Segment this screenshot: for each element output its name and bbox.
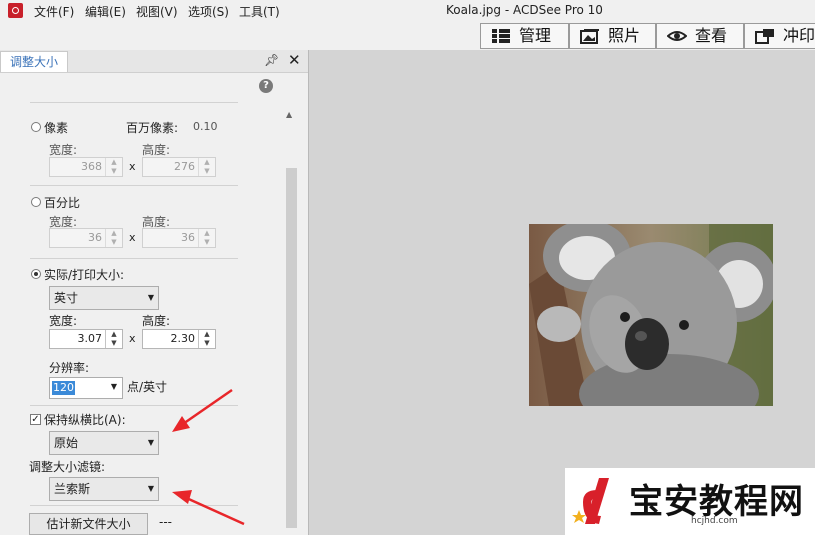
print-height-value: 2.30 (170, 332, 196, 345)
resolution-value[interactable]: 120 (52, 381, 75, 395)
close-icon[interactable]: ✕ (288, 51, 301, 69)
tab-manage[interactable]: 管理 (480, 23, 569, 49)
divider (30, 185, 238, 186)
pixels-width-stepper[interactable]: 368 ▲ ▼ (49, 157, 123, 177)
percent-height-stepper[interactable]: 36 ▲ ▼ (142, 228, 216, 248)
spin-arrows-icon[interactable]: ▲ ▼ (198, 158, 215, 176)
estimate-size-button[interactable]: 估计新文件大小 (29, 513, 148, 535)
spin-arrows-icon[interactable]: ▲ ▼ (105, 330, 122, 348)
mode-bar: 管理 照片 查看 冲印 (0, 22, 815, 50)
print-height-stepper[interactable]: 2.30 ▲ ▼ (142, 329, 216, 349)
pixels-height-stepper[interactable]: 276 ▲ ▼ (142, 157, 216, 177)
watermark: 宝安教程网 hcjhd.com (565, 468, 815, 535)
grid-icon (492, 29, 510, 43)
megapixels-label: 百万像素: (126, 121, 179, 135)
spin-arrows-icon[interactable]: ▲ ▼ (105, 229, 122, 247)
scroll-up-icon[interactable]: ▲ (286, 110, 292, 119)
pixels-height-label: 高度: (142, 143, 171, 157)
pixels-label: 像素 (44, 121, 69, 135)
divider (30, 258, 238, 259)
unit-value: 英寸 (54, 291, 79, 305)
panel-tab-bar: 调整大小 📌︎ ✕ (0, 50, 308, 73)
watermark-url: hcjhd.com (691, 516, 738, 526)
times-sign: x (129, 231, 136, 244)
resolution-unit: 点/英寸 (127, 380, 168, 394)
spin-arrows-icon[interactable]: ▲ ▼ (198, 229, 215, 247)
pixels-radio[interactable] (31, 122, 41, 132)
ratio-value: 原始 (54, 436, 79, 450)
menu-view[interactable]: 视图(V) (136, 3, 178, 20)
estimate-result: --- (159, 515, 172, 529)
title-bar: 文件(F) 编辑(E) 视图(V) 选项(S) 工具(T) Koala.jpg … (0, 0, 815, 23)
pixels-width-value: 368 (81, 160, 102, 173)
chevron-down-icon: ▼ (147, 484, 154, 493)
develop-icon (755, 29, 774, 44)
filter-value: 兰索斯 (54, 482, 91, 496)
divider (30, 102, 238, 103)
filter-label: 调整大小滤镜: (29, 460, 106, 474)
print-width-value: 3.07 (77, 332, 103, 345)
times-sign: x (129, 160, 136, 173)
watermark-logo-icon (572, 478, 609, 524)
help-icon[interactable]: ? (259, 79, 273, 93)
divider (30, 505, 238, 506)
times-sign: x (129, 332, 136, 345)
unit-dropdown[interactable]: 英寸 ▼ (49, 286, 159, 310)
panel-scrollbar[interactable]: ▲ (285, 108, 298, 535)
print-width-stepper[interactable]: 3.07 ▲ ▼ (49, 329, 123, 349)
spin-arrows-icon[interactable]: ▲ ▼ (105, 158, 122, 176)
resolution-combo[interactable]: 120 ▼ (49, 377, 123, 399)
menu-edit[interactable]: 编辑(E) (85, 3, 126, 20)
tab-view-label: 查看 (695, 26, 728, 45)
divider (30, 405, 238, 406)
filter-dropdown[interactable]: 兰索斯 ▼ (49, 477, 159, 501)
acdsee-app-icon[interactable] (8, 3, 23, 18)
spin-arrows-icon[interactable]: ▲ ▼ (198, 330, 215, 348)
pin-icon[interactable]: 📌︎ (264, 53, 279, 67)
koala-photo (529, 224, 773, 406)
tab-develop-label: 冲印 (783, 26, 815, 45)
print-width-label: 宽度: (49, 314, 78, 328)
tab-manage-label: 管理 (519, 26, 552, 45)
percent-width-stepper[interactable]: 36 ▲ ▼ (49, 228, 123, 248)
tab-photos-label: 照片 (608, 26, 641, 45)
print-size-radio[interactable] (31, 269, 41, 279)
resolution-label: 分辨率: (49, 361, 90, 375)
chevron-down-icon: ▼ (147, 293, 154, 302)
chevron-down-icon: ▼ (147, 438, 154, 447)
tab-resize[interactable]: 调整大小 (0, 51, 68, 72)
percent-label: 百分比 (44, 196, 81, 210)
pixels-width-label: 宽度: (49, 143, 78, 157)
percent-width-value: 36 (88, 231, 102, 244)
pixels-height-value: 276 (174, 160, 195, 173)
photo-stack-icon (580, 29, 599, 44)
tab-view[interactable]: 查看 (656, 23, 744, 49)
percent-radio[interactable] (31, 197, 41, 207)
megapixels-value: 0.10 (193, 120, 218, 133)
window-title: Koala.jpg - ACDSee Pro 10 (446, 3, 603, 17)
menu-tools[interactable]: 工具(T) (239, 3, 280, 20)
tab-develop[interactable]: 冲印 (744, 23, 815, 49)
chevron-down-icon[interactable]: ▼ (111, 382, 117, 391)
print-size-label: 实际/打印大小: (44, 268, 125, 282)
print-height-label: 高度: (142, 314, 171, 328)
ratio-dropdown[interactable]: 原始 ▼ (49, 431, 159, 455)
percent-height-value: 36 (181, 231, 195, 244)
keep-ratio-checkbox[interactable]: ✓ (30, 414, 41, 425)
menu-file[interactable]: 文件(F) (34, 3, 74, 20)
menu-options[interactable]: 选项(S) (188, 3, 229, 20)
eye-icon (667, 31, 687, 41)
tab-photos[interactable]: 照片 (569, 23, 656, 49)
keep-ratio-label: 保持纵横比(A): (44, 413, 126, 427)
scroll-thumb[interactable] (286, 168, 297, 528)
